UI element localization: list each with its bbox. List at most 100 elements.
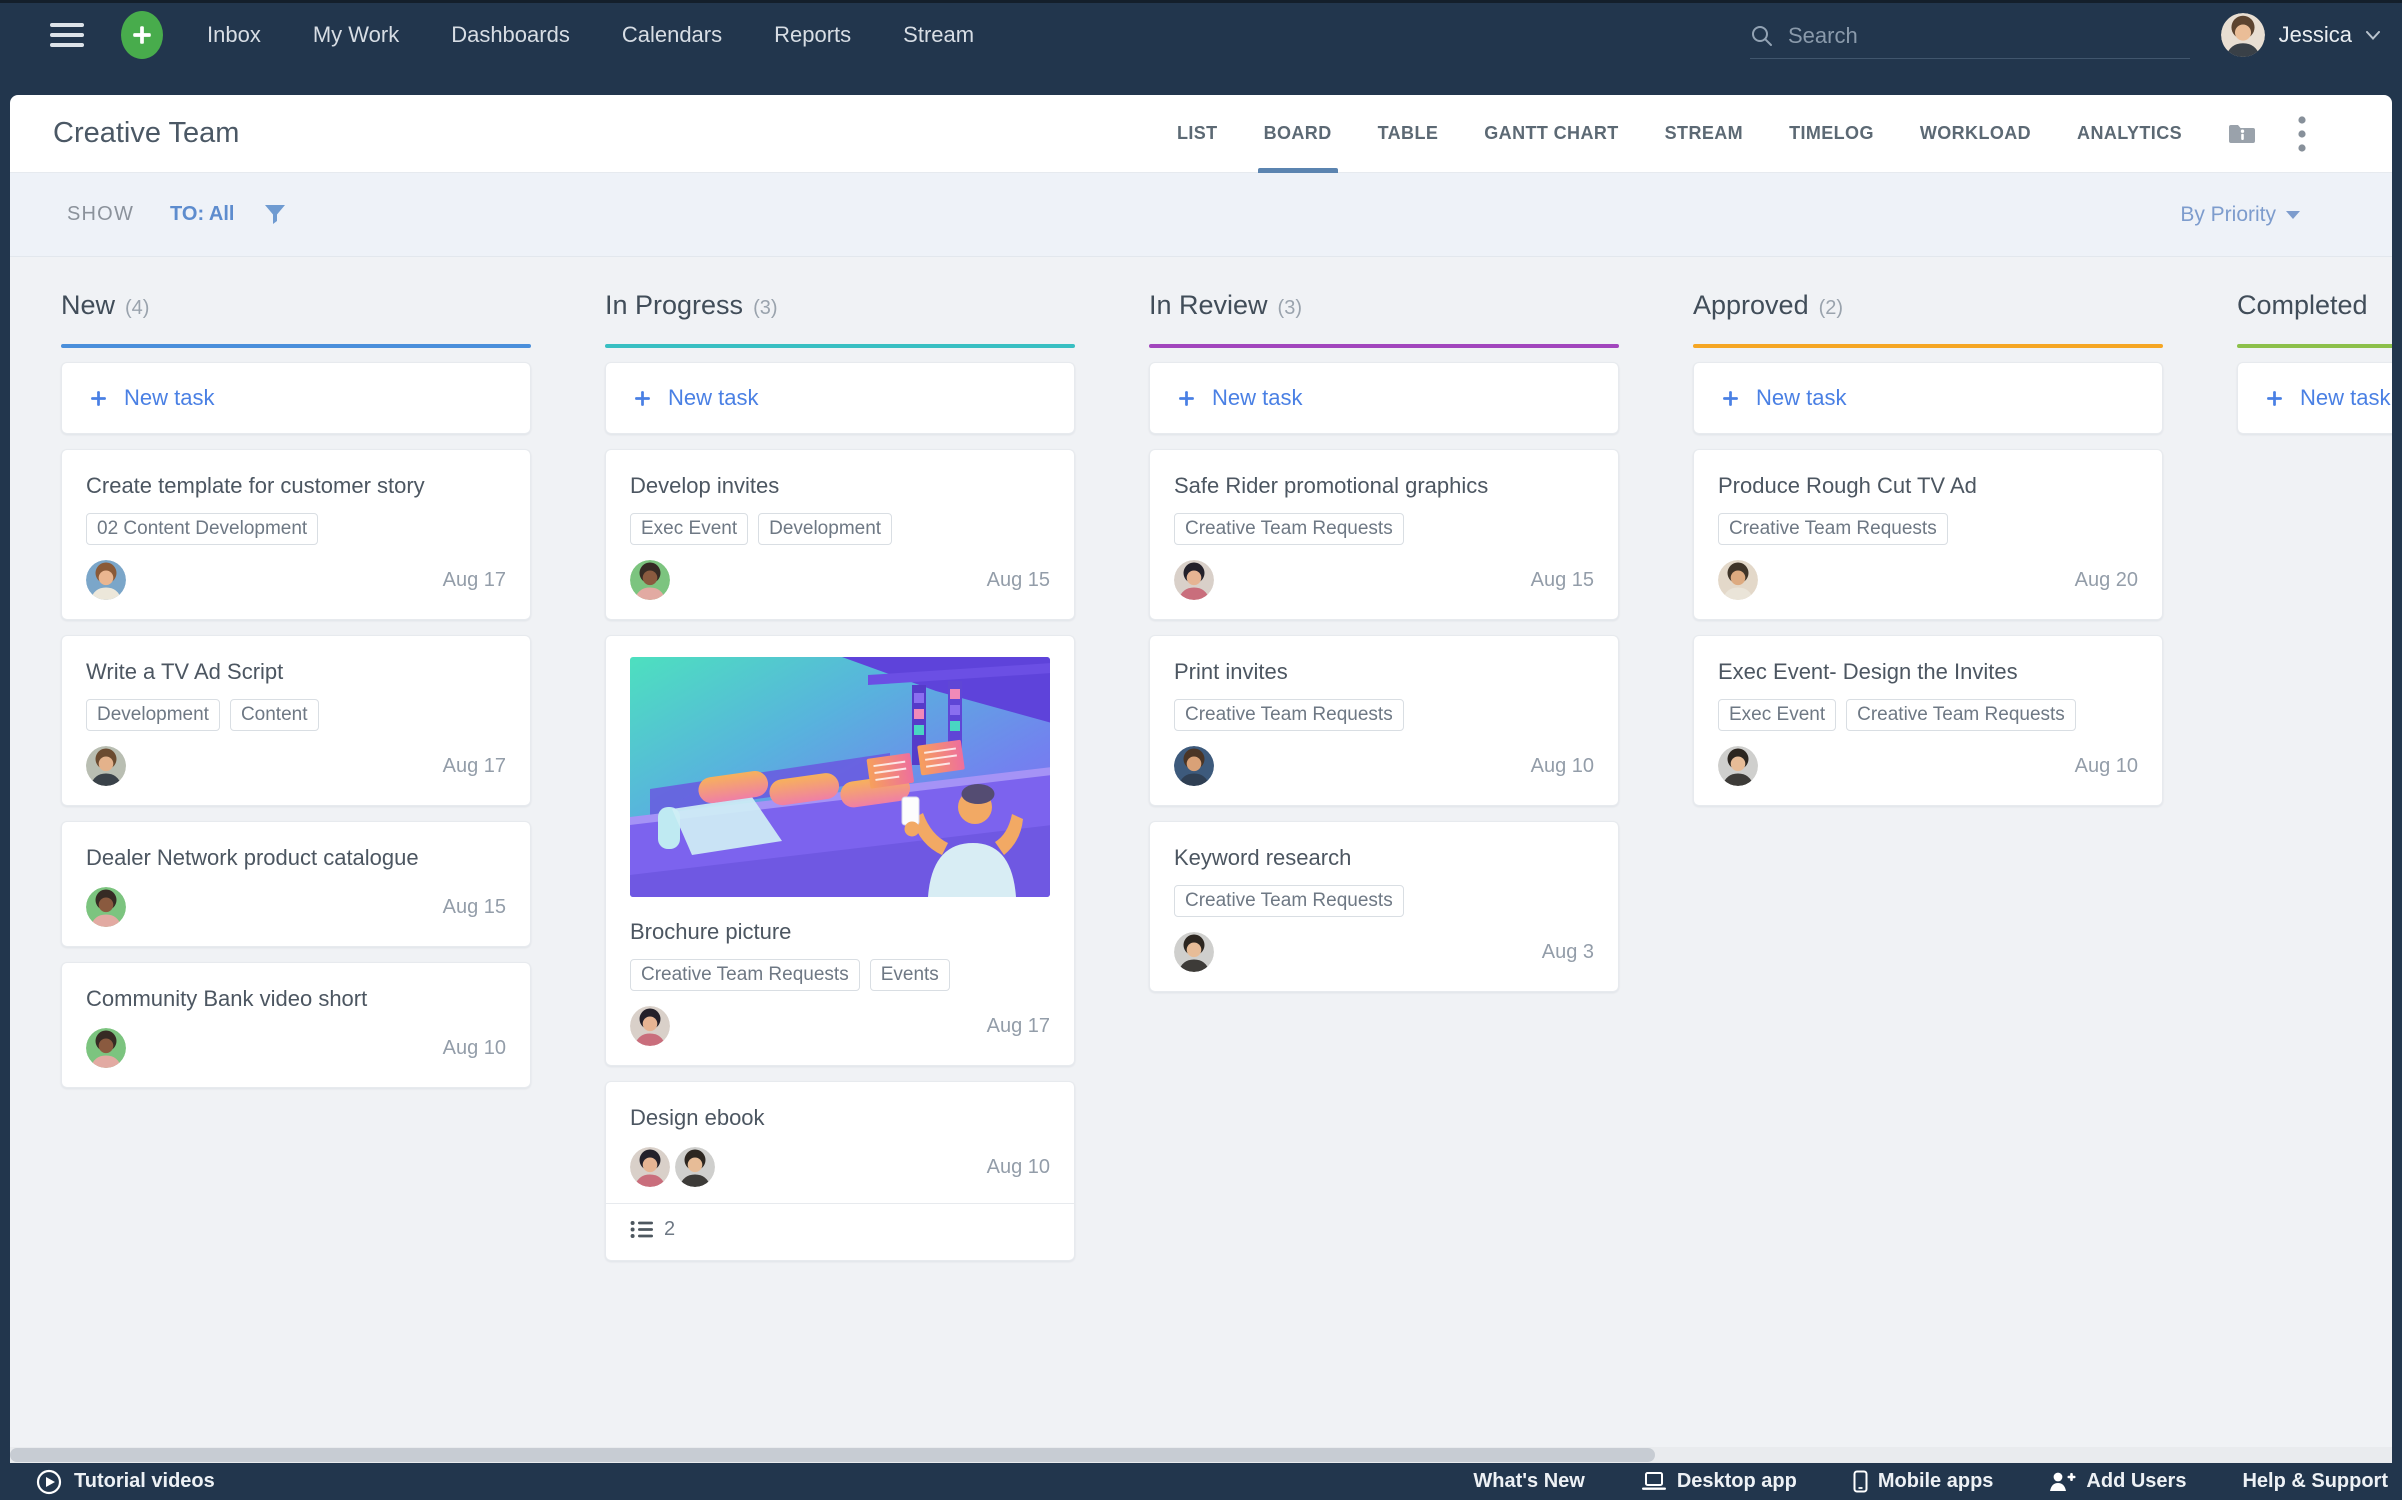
task-footer: Aug 20 bbox=[1718, 560, 2138, 600]
avatar bbox=[2221, 13, 2265, 57]
main-panel: Creative Team LISTBOARDTABLEGANTT CHARTS… bbox=[10, 95, 2392, 1448]
top-nav: Inbox My Work Dashboards Calendars Repor… bbox=[0, 3, 2402, 67]
task-card-brochure-picture[interactable]: Brochure pictureCreative Team RequestsEv… bbox=[605, 635, 1075, 1066]
nav-dashboards[interactable]: Dashboards bbox=[451, 22, 570, 48]
tag-row: Creative Team Requests bbox=[1174, 885, 1594, 917]
task-card-keyword-research[interactable]: Keyword researchCreative Team RequestsAu… bbox=[1149, 821, 1619, 992]
tab-list[interactable]: LIST bbox=[1177, 95, 1218, 173]
board-column-new: New(4)New taskCreate template for custom… bbox=[61, 290, 531, 1448]
add-users-link[interactable]: Add Users bbox=[2049, 1470, 2186, 1493]
card-list: Safe Rider promotional graphicsCreative … bbox=[1149, 449, 1619, 992]
task-tag-development[interactable]: Development bbox=[758, 513, 892, 545]
sort-by-priority[interactable]: By Priority bbox=[2180, 203, 2300, 227]
due-date: Aug 10 bbox=[2075, 755, 2138, 778]
task-card-print-invites[interactable]: Print invitesCreative Team RequestsAug 1… bbox=[1149, 635, 1619, 806]
task-tag-creative-team-requests[interactable]: Creative Team Requests bbox=[1174, 699, 1404, 731]
avatar-woman-green bbox=[86, 887, 126, 927]
task-card-develop-invites[interactable]: Develop invites Exec Event Development Aug … bbox=[605, 449, 1075, 620]
task-title: Create template for customer story bbox=[86, 471, 506, 500]
task-tag-creative-team-requests[interactable]: Creative Team Requests bbox=[1846, 699, 2076, 731]
column-accent-bar bbox=[605, 344, 1075, 348]
subtask-list-icon bbox=[630, 1220, 654, 1239]
filter-to-all[interactable]: TO: All bbox=[170, 203, 234, 226]
task-tag-creative-team-requests[interactable]: Creative Team Requests bbox=[1718, 513, 1948, 545]
task-tag-creative-team-requests[interactable]: Creative Team Requests bbox=[630, 959, 860, 991]
tab-table[interactable]: TABLE bbox=[1378, 95, 1439, 173]
task-card-exec-event-design-the-invites[interactable]: Exec Event- Design the InvitesExec Event… bbox=[1693, 635, 2163, 806]
task-card-dealer-network-product-catalogue[interactable]: Dealer Network product catalogueAug 15 bbox=[61, 821, 531, 947]
create-new-button[interactable] bbox=[121, 11, 163, 59]
task-tag-creative-team-requests[interactable]: Creative Team Requests bbox=[1174, 513, 1404, 545]
tutorial-videos-link[interactable]: Tutorial videos bbox=[36, 1469, 215, 1495]
tab-analytics[interactable]: ANALYTICS bbox=[2077, 95, 2182, 173]
tag-row: Development Content bbox=[86, 699, 506, 731]
subtask-row: 2 bbox=[630, 1204, 1050, 1241]
task-card-produce-rough-cut-tv-ad[interactable]: Produce Rough Cut TV AdCreative Team Req… bbox=[1693, 449, 2163, 620]
task-title: Community Bank video short bbox=[86, 984, 506, 1013]
due-date: Aug 15 bbox=[987, 569, 1050, 592]
task-footer: Aug 10 bbox=[1174, 746, 1594, 786]
tab-timelog[interactable]: TIMELOG bbox=[1789, 95, 1874, 173]
task-tag-exec-event[interactable]: Exec Event bbox=[630, 513, 748, 545]
task-tag-exec-event[interactable]: Exec Event bbox=[1718, 699, 1836, 731]
task-tag-02-content-development[interactable]: 02 Content Development bbox=[86, 513, 318, 545]
new-task-button[interactable]: New task bbox=[1693, 362, 2163, 434]
nav-reports[interactable]: Reports bbox=[774, 22, 851, 48]
tab-gantt-chart[interactable]: GANTT CHART bbox=[1484, 95, 1618, 173]
help-support-link[interactable]: Help & Support bbox=[2242, 1470, 2388, 1493]
column-title: In Review bbox=[1149, 290, 1268, 321]
kebab-menu-icon[interactable] bbox=[2298, 116, 2306, 152]
show-label: SHOW bbox=[67, 203, 134, 226]
task-tag-events[interactable]: Events bbox=[870, 959, 950, 991]
search-input[interactable]: Search bbox=[1750, 13, 2190, 59]
new-task-button[interactable]: New task bbox=[605, 362, 1075, 434]
column-title: In Progress bbox=[605, 290, 743, 321]
filter-icon[interactable] bbox=[264, 204, 286, 225]
avatar-woman-green bbox=[86, 1028, 126, 1068]
task-card-write-a-tv-ad-script[interactable]: Write a TV Ad ScriptDevelopmentContentAu… bbox=[61, 635, 531, 806]
plus-icon bbox=[1177, 389, 1196, 408]
board-column-completed: CompletedNew task bbox=[2237, 290, 2392, 1448]
tab-workload[interactable]: WORKLOAD bbox=[1920, 95, 2031, 173]
task-card-create-template-for-customer-story[interactable]: Create template for customer story 02 Con… bbox=[61, 449, 531, 620]
tag-row: Creative Team Requests Events bbox=[630, 959, 1050, 991]
task-card-community-bank-video-short[interactable]: Community Bank video shortAug 10 bbox=[61, 962, 531, 1088]
tag-row: Exec Event Development bbox=[630, 513, 1050, 545]
task-footer: Aug 17 bbox=[86, 746, 506, 786]
new-task-button[interactable]: New task bbox=[1149, 362, 1619, 434]
hamburger-menu-icon[interactable] bbox=[50, 23, 84, 47]
avatar-man-tan bbox=[1718, 560, 1758, 600]
board-column-approved: Approved(2)New taskProduce Rough Cut TV … bbox=[1693, 290, 2163, 1448]
avatar-woman-cap bbox=[675, 1147, 715, 1187]
task-title: Design ebook bbox=[630, 1103, 1050, 1132]
view-tabs: LIST BOARD TABLE GANTT CHART STREAM TIMELOG WO… bbox=[1177, 95, 2182, 173]
folder-info-icon[interactable] bbox=[2228, 123, 2256, 145]
task-title: Develop invites bbox=[630, 471, 1050, 500]
avatar-woman-darkhair bbox=[630, 1006, 670, 1046]
user-menu[interactable]: Jessica bbox=[2221, 3, 2380, 67]
avatar-woman-cap bbox=[1174, 932, 1214, 972]
whats-new-link[interactable]: What's New bbox=[1473, 1470, 1584, 1493]
horizontal-scrollbar[interactable] bbox=[10, 1447, 2392, 1463]
add-users-icon bbox=[2049, 1471, 2076, 1492]
task-tag-development[interactable]: Development bbox=[86, 699, 220, 731]
new-task-button[interactable]: New task bbox=[2237, 362, 2392, 434]
column-count: (3) bbox=[753, 297, 777, 320]
task-card-safe-rider-promotional-graphics[interactable]: Safe Rider promotional graphicsCreative … bbox=[1149, 449, 1619, 620]
tab-stream[interactable]: STREAM bbox=[1665, 95, 1743, 173]
scrollbar-thumb[interactable] bbox=[10, 1448, 1655, 1462]
tab-board[interactable]: BOARD bbox=[1264, 95, 1332, 173]
new-task-button[interactable]: New task bbox=[61, 362, 531, 434]
nav-inbox[interactable]: Inbox bbox=[207, 22, 261, 48]
nav-stream[interactable]: Stream bbox=[903, 22, 974, 48]
mobile-apps-link[interactable]: Mobile apps bbox=[1853, 1470, 1994, 1493]
desktop-app-link[interactable]: Desktop app bbox=[1641, 1470, 1797, 1493]
caret-down-icon bbox=[2286, 211, 2300, 219]
task-tag-creative-team-requests[interactable]: Creative Team Requests bbox=[1174, 885, 1404, 917]
nav-my-work[interactable]: My Work bbox=[313, 22, 399, 48]
task-tag-content[interactable]: Content bbox=[230, 699, 319, 731]
search-placeholder: Search bbox=[1788, 23, 1858, 49]
nav-calendars[interactable]: Calendars bbox=[622, 22, 722, 48]
task-card-design-ebook[interactable]: Design ebookAug 102 bbox=[605, 1081, 1075, 1261]
task-title: Keyword research bbox=[1174, 843, 1594, 872]
